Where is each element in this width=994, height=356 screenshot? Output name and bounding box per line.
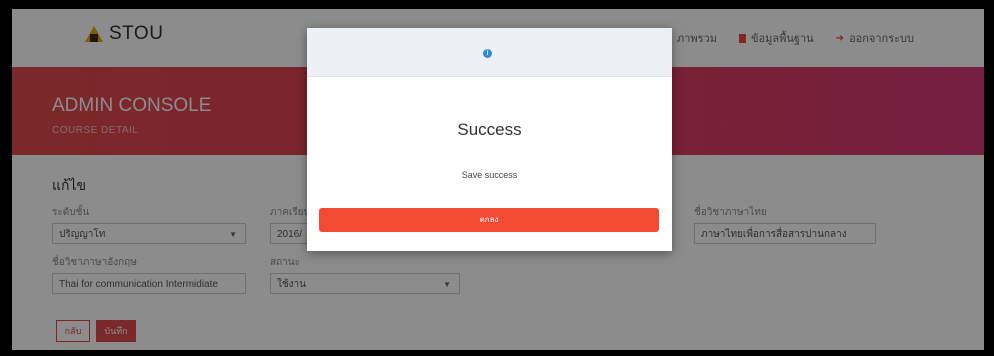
dialog-message: Save success — [461, 170, 518, 180]
info-icon: i — [483, 49, 492, 58]
app-window: STOU ภาพรวม ข้อมูลพื้นฐาน ➜ ออกจากระบบ A… — [12, 9, 984, 350]
ok-button[interactable]: ตกลง — [319, 208, 659, 232]
dialog-title: Success — [457, 120, 522, 139]
dialog-header: i — [307, 28, 672, 77]
success-dialog: i Success Save success ตกลง — [307, 28, 672, 251]
